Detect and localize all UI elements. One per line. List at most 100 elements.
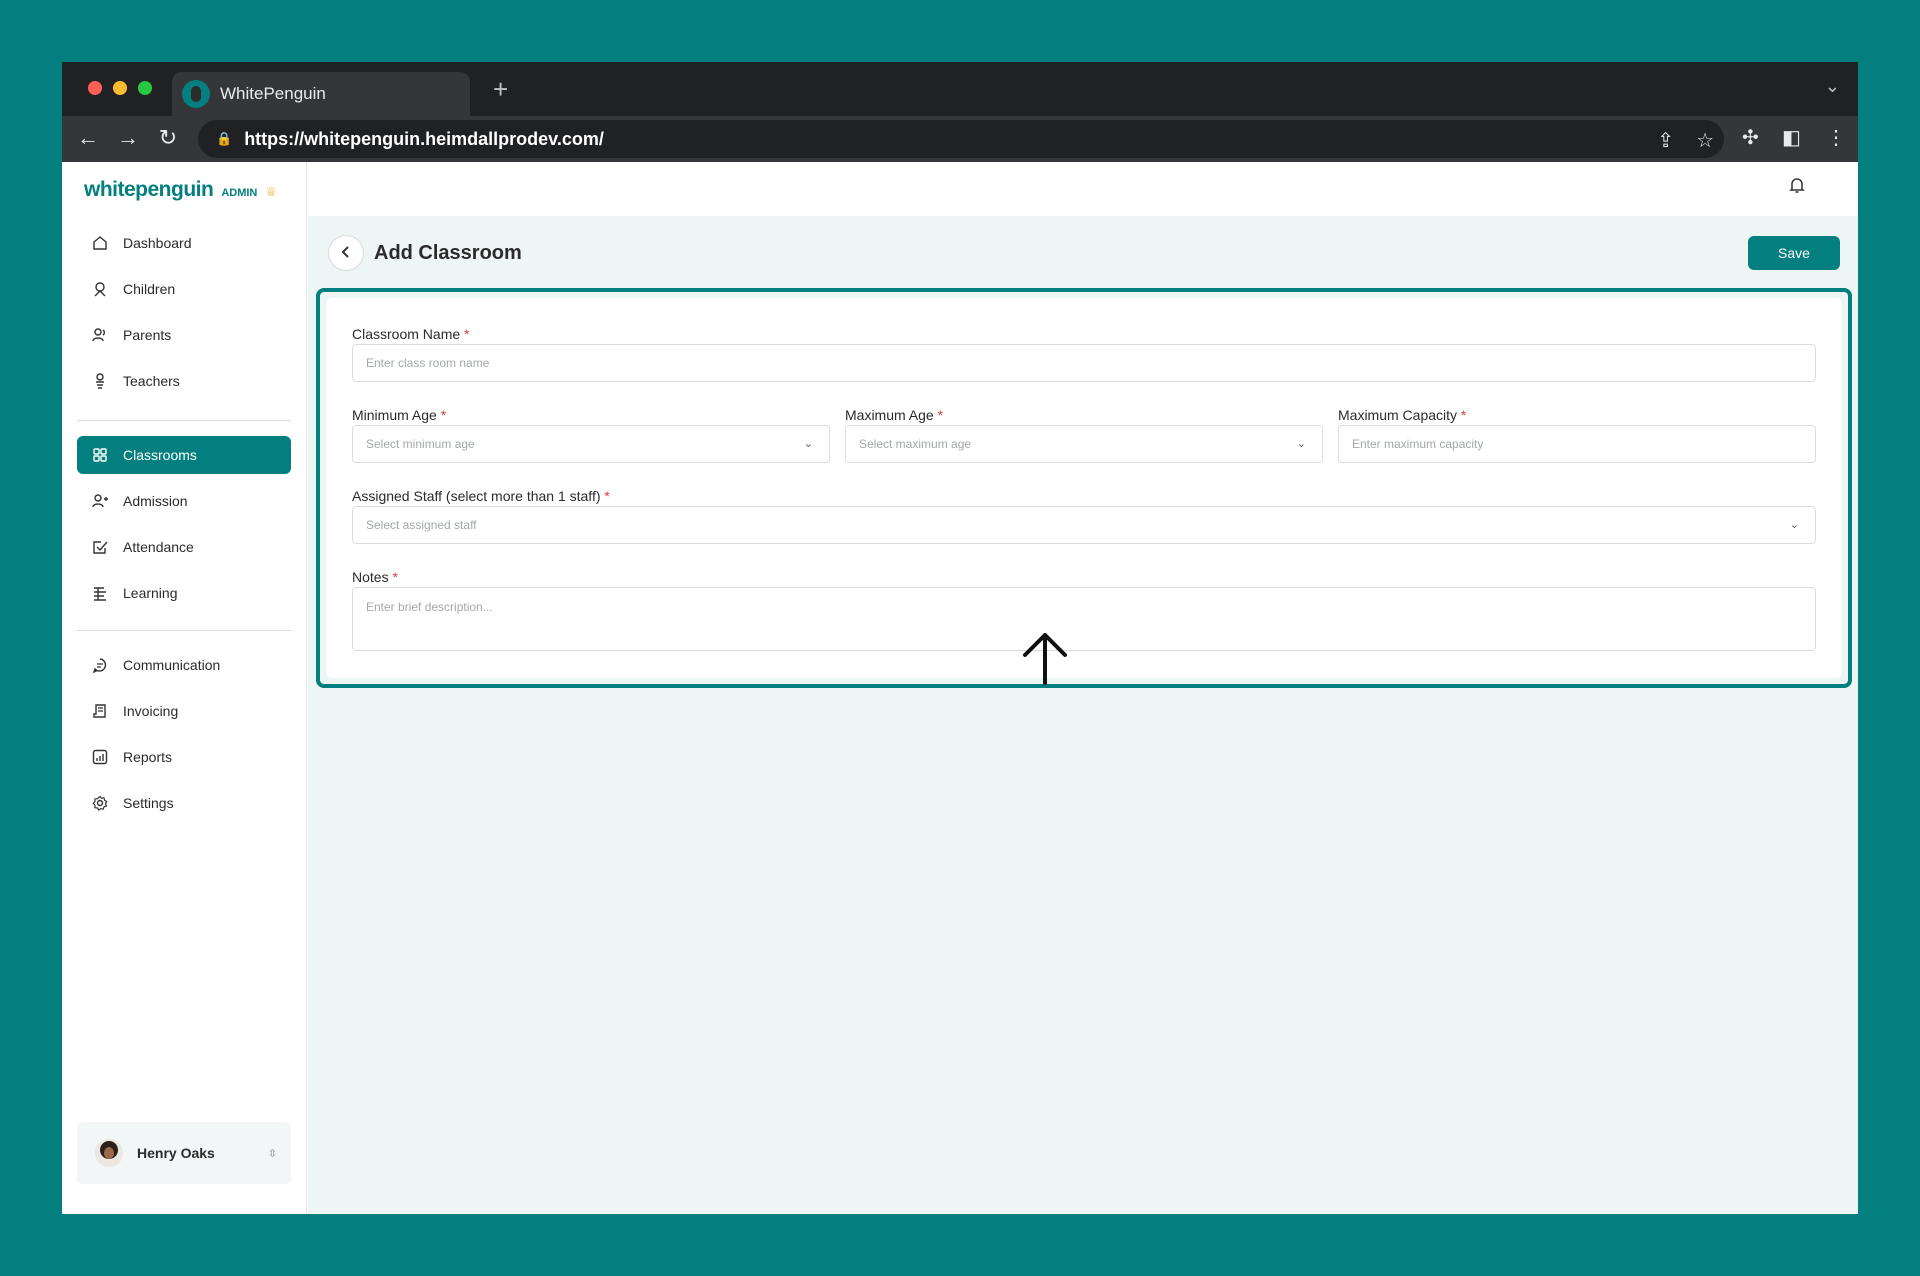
chevron-down-icon: ⌄	[803, 438, 813, 450]
home-icon	[91, 234, 109, 252]
browser-window: WhitePenguin + ⌄ ← → ↻ 🔒 https://whitepe…	[62, 62, 1858, 1214]
notes-label: Notes *	[352, 569, 398, 585]
nav-group-admin: Communication Invoicing Reports Settings	[77, 646, 291, 830]
chat-icon	[91, 656, 109, 674]
chart-icon	[91, 748, 109, 766]
forward-arrow-icon[interactable]: →	[114, 125, 142, 151]
min-age-label: Minimum Age *	[352, 407, 447, 423]
sidebar-item-reports[interactable]: Reports	[77, 738, 291, 776]
browser-menu-icon[interactable]: ⋮	[1826, 125, 1846, 150]
classroom-name-label: Classroom Name *	[352, 326, 470, 342]
sidebar-item-attendance[interactable]: Attendance	[77, 528, 291, 566]
bell-icon[interactable]	[1788, 176, 1806, 199]
back-button[interactable]	[328, 235, 364, 271]
classroom-form: Classroom Name * Enter class room name M…	[326, 298, 1842, 678]
max-age-select[interactable]: Select maximum age ⌄	[845, 425, 1323, 463]
chevron-down-icon: ⌄	[1296, 438, 1306, 450]
assigned-staff-label: Assigned Staff (select more than 1 staff…	[352, 488, 610, 504]
max-age-label: Maximum Age *	[845, 407, 944, 423]
arrow-up-icon	[1023, 633, 1067, 685]
sidebar-item-admission[interactable]: Admission	[77, 482, 291, 520]
assigned-staff-select[interactable]: Select assigned staff ⌄	[352, 506, 1816, 544]
sidebar-item-label: Invoicing	[123, 703, 179, 719]
child-icon	[91, 280, 109, 298]
chevron-left-icon	[339, 243, 353, 264]
top-bar	[308, 162, 1858, 216]
save-button[interactable]: Save	[1748, 236, 1840, 270]
sidebar-divider	[77, 630, 291, 631]
sidebar-item-label: Children	[123, 281, 176, 297]
new-tab-icon[interactable]: +	[493, 74, 508, 105]
share-icon[interactable]: ⇪	[1657, 128, 1674, 153]
max-capacity-input[interactable]: Enter maximum capacity	[1338, 425, 1816, 463]
lock-icon: 🔒	[216, 131, 233, 146]
reload-icon[interactable]: ↻	[154, 125, 182, 151]
brand: whitepenguin ADMIN ♕	[84, 178, 277, 202]
sidebar-item-label: Settings	[123, 795, 174, 811]
user-menu[interactable]: Henry Oaks ⇳	[77, 1122, 291, 1184]
tab-search-icon[interactable]: ⌄	[1825, 76, 1840, 97]
sidebar-item-label: Learning	[123, 585, 178, 601]
sidebar-item-label: Communication	[123, 657, 221, 673]
sidebar-item-label: Attendance	[123, 539, 194, 555]
form-highlight-frame: Classroom Name * Enter class room name M…	[316, 288, 1852, 688]
sidebar-item-label: Parents	[123, 327, 172, 343]
min-age-select[interactable]: Select minimum age ⌄	[352, 425, 830, 463]
invoice-icon	[91, 702, 109, 720]
check-square-icon	[91, 538, 109, 556]
chevron-updown-icon: ⇳	[267, 1147, 277, 1160]
teacher-icon	[91, 372, 109, 390]
sidebar-item-label: Classrooms	[123, 447, 197, 463]
browser-tab[interactable]: WhitePenguin	[172, 72, 470, 116]
sidebar-item-invoicing[interactable]: Invoicing	[77, 692, 291, 730]
sidebar: whitepenguin ADMIN ♕ Dashboard Children …	[62, 162, 307, 1214]
sidebar-item-parents[interactable]: Parents	[77, 316, 291, 354]
role-badge: ADMIN	[221, 187, 258, 199]
sidebar-item-settings[interactable]: Settings	[77, 784, 291, 822]
tab-title: WhitePenguin	[220, 84, 326, 103]
max-capacity-label: Maximum Capacity *	[1338, 407, 1467, 423]
main-content: Add Classroom Save Classroom Name * Ente…	[308, 162, 1858, 1214]
browser-toolbar: ← → ↻ 🔒 https://whitepenguin.heimdallpro…	[62, 116, 1858, 162]
sidebar-divider	[77, 420, 291, 421]
back-arrow-icon[interactable]: ←	[74, 125, 102, 151]
classroom-name-input[interactable]: Enter class room name	[352, 344, 1816, 382]
sidebar-item-classrooms[interactable]: Classrooms	[77, 436, 291, 474]
close-window-button[interactable]	[88, 81, 102, 95]
page-header: Add Classroom	[328, 235, 522, 271]
sidebar-item-label: Teachers	[123, 373, 180, 389]
nav-group-main: Dashboard Children Parents Teachers	[77, 224, 291, 408]
sidebar-item-dashboard[interactable]: Dashboard	[77, 224, 291, 262]
user-add-icon	[91, 492, 109, 510]
side-panel-icon[interactable]: ◧	[1782, 125, 1801, 150]
window-controls	[88, 81, 152, 95]
sidebar-item-children[interactable]: Children	[77, 270, 291, 308]
minimize-window-button[interactable]	[113, 81, 127, 95]
admin-badge-icon: ♕	[265, 184, 278, 199]
maximize-window-button[interactable]	[138, 81, 152, 95]
user-name: Henry Oaks	[137, 1145, 215, 1161]
sidebar-item-label: Dashboard	[123, 235, 192, 251]
sidebar-item-label: Admission	[123, 493, 188, 509]
nav-group-classes: Classrooms Admission Attendance Learning	[77, 436, 291, 620]
tab-bar: WhitePenguin + ⌄	[62, 62, 1858, 116]
star-icon[interactable]: ☆	[1696, 128, 1714, 153]
gear-icon	[91, 794, 109, 812]
logo: whitepenguin	[84, 178, 214, 201]
extensions-icon[interactable]: ✣	[1742, 125, 1759, 150]
sidebar-item-teachers[interactable]: Teachers	[77, 362, 291, 400]
notes-textarea[interactable]: Enter brief description...	[352, 587, 1816, 651]
sidebar-item-communication[interactable]: Communication	[77, 646, 291, 684]
sidebar-item-learning[interactable]: Learning	[77, 574, 291, 612]
page-title: Add Classroom	[374, 241, 522, 264]
parents-icon	[91, 326, 109, 344]
address-bar[interactable]: 🔒 https://whitepenguin.heimdallprodev.co…	[198, 120, 1724, 158]
favicon-icon	[182, 80, 210, 108]
grid-icon	[91, 446, 109, 464]
app: whitepenguin ADMIN ♕ Dashboard Children …	[62, 162, 1858, 1214]
url-text: https://whitepenguin.heimdallprodev.com/	[244, 128, 604, 149]
chevron-down-icon: ⌄	[1789, 519, 1799, 531]
book-icon	[91, 584, 109, 602]
sidebar-item-label: Reports	[123, 749, 173, 765]
avatar	[95, 1139, 123, 1167]
